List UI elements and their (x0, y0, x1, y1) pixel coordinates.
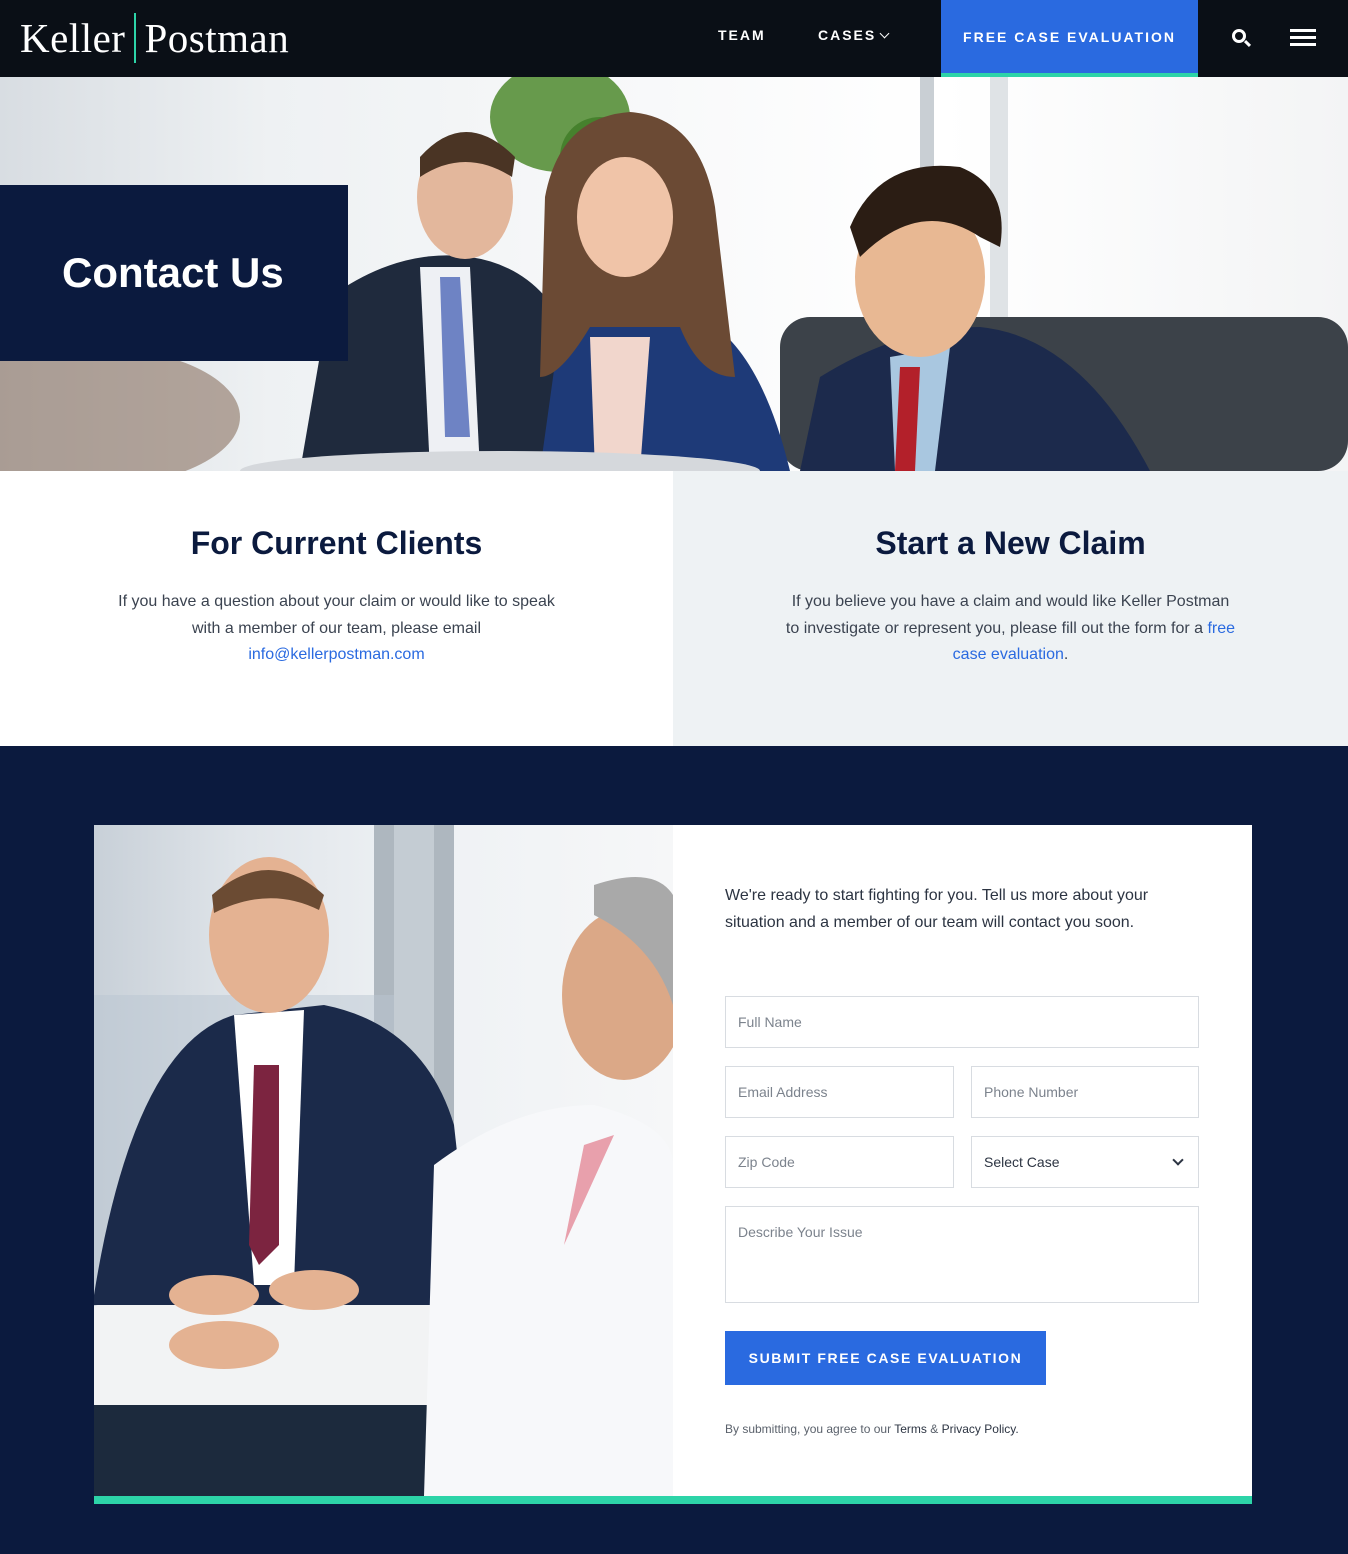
describe-issue-textarea[interactable]: Describe Your Issue (725, 1206, 1199, 1303)
legal-notice: By submitting, you agree to our Terms & … (725, 1422, 1019, 1436)
legal-prefix: By submitting, you agree to our (725, 1422, 892, 1436)
submit-evaluation-button[interactable]: SUBMIT FREE CASE EVALUATION (725, 1331, 1046, 1385)
select-case-label: Select Case (984, 1154, 1060, 1170)
form-intro-text: We're ready to start fighting for you. T… (725, 887, 1149, 931)
chevron-down-icon (1172, 1154, 1184, 1166)
new-claim-heading: Start a New Claim (875, 525, 1146, 561)
select-case-dropdown[interactable]: Select Case (971, 1136, 1199, 1188)
email-address-input[interactable]: Email Address (725, 1066, 954, 1118)
hero-title-box: Contact Us (0, 185, 348, 361)
logo-divider (134, 13, 137, 63)
nav-cases-label: CASES (818, 27, 877, 43)
terms-link[interactable]: Terms (894, 1422, 927, 1436)
search-icon[interactable] (1232, 29, 1252, 49)
free-case-evaluation-button[interactable]: FREE CASE EVALUATION (941, 0, 1198, 77)
current-clients-body: If you have a question about your claim … (118, 593, 555, 637)
privacy-policy-link[interactable]: Privacy Policy. (942, 1422, 1019, 1436)
new-claim-period: . (1063, 646, 1069, 663)
email-link[interactable]: info@kellerpostman.com (248, 646, 424, 663)
new-claim-text: If you believe you have a claim and woul… (786, 589, 1236, 669)
hero-banner: Contact Us (0, 77, 1348, 471)
current-clients-text: If you have a question about your claim … (112, 589, 562, 669)
logo-postman: Postman (144, 15, 290, 61)
card-accent-bar (94, 1496, 1252, 1504)
nav-cases-dropdown[interactable]: CASES (818, 27, 890, 43)
evaluation-form-card: We're ready to start fighting for you. T… (94, 825, 1252, 1496)
nav-team-link[interactable]: TEAM (718, 27, 766, 43)
new-claim-body: If you believe you have a claim and woul… (785, 593, 1230, 637)
legal-ampersand: & (930, 1422, 939, 1436)
current-clients-section: For Current Clients If you have a questi… (0, 471, 673, 746)
nav-team-label: TEAM (718, 27, 766, 43)
phone-number-input[interactable]: Phone Number (971, 1066, 1199, 1118)
hamburger-menu-icon[interactable] (1290, 29, 1316, 47)
chevron-down-icon (879, 28, 890, 38)
site-header: Keller Postman TEAM CASES FREE CASE EVAL… (0, 0, 1348, 77)
attorneys-photo (94, 825, 673, 1496)
logo[interactable]: Keller Postman (20, 12, 289, 64)
full-name-input[interactable]: Full Name (725, 996, 1199, 1048)
logo-keller: Keller (20, 15, 126, 61)
attorneys-photo-art (94, 825, 673, 1496)
current-clients-heading: For Current Clients (190, 525, 483, 561)
page-title: Contact Us (62, 249, 284, 296)
zip-code-input[interactable]: Zip Code (725, 1136, 954, 1188)
new-claim-section: Start a New Claim If you believe you hav… (673, 471, 1348, 746)
